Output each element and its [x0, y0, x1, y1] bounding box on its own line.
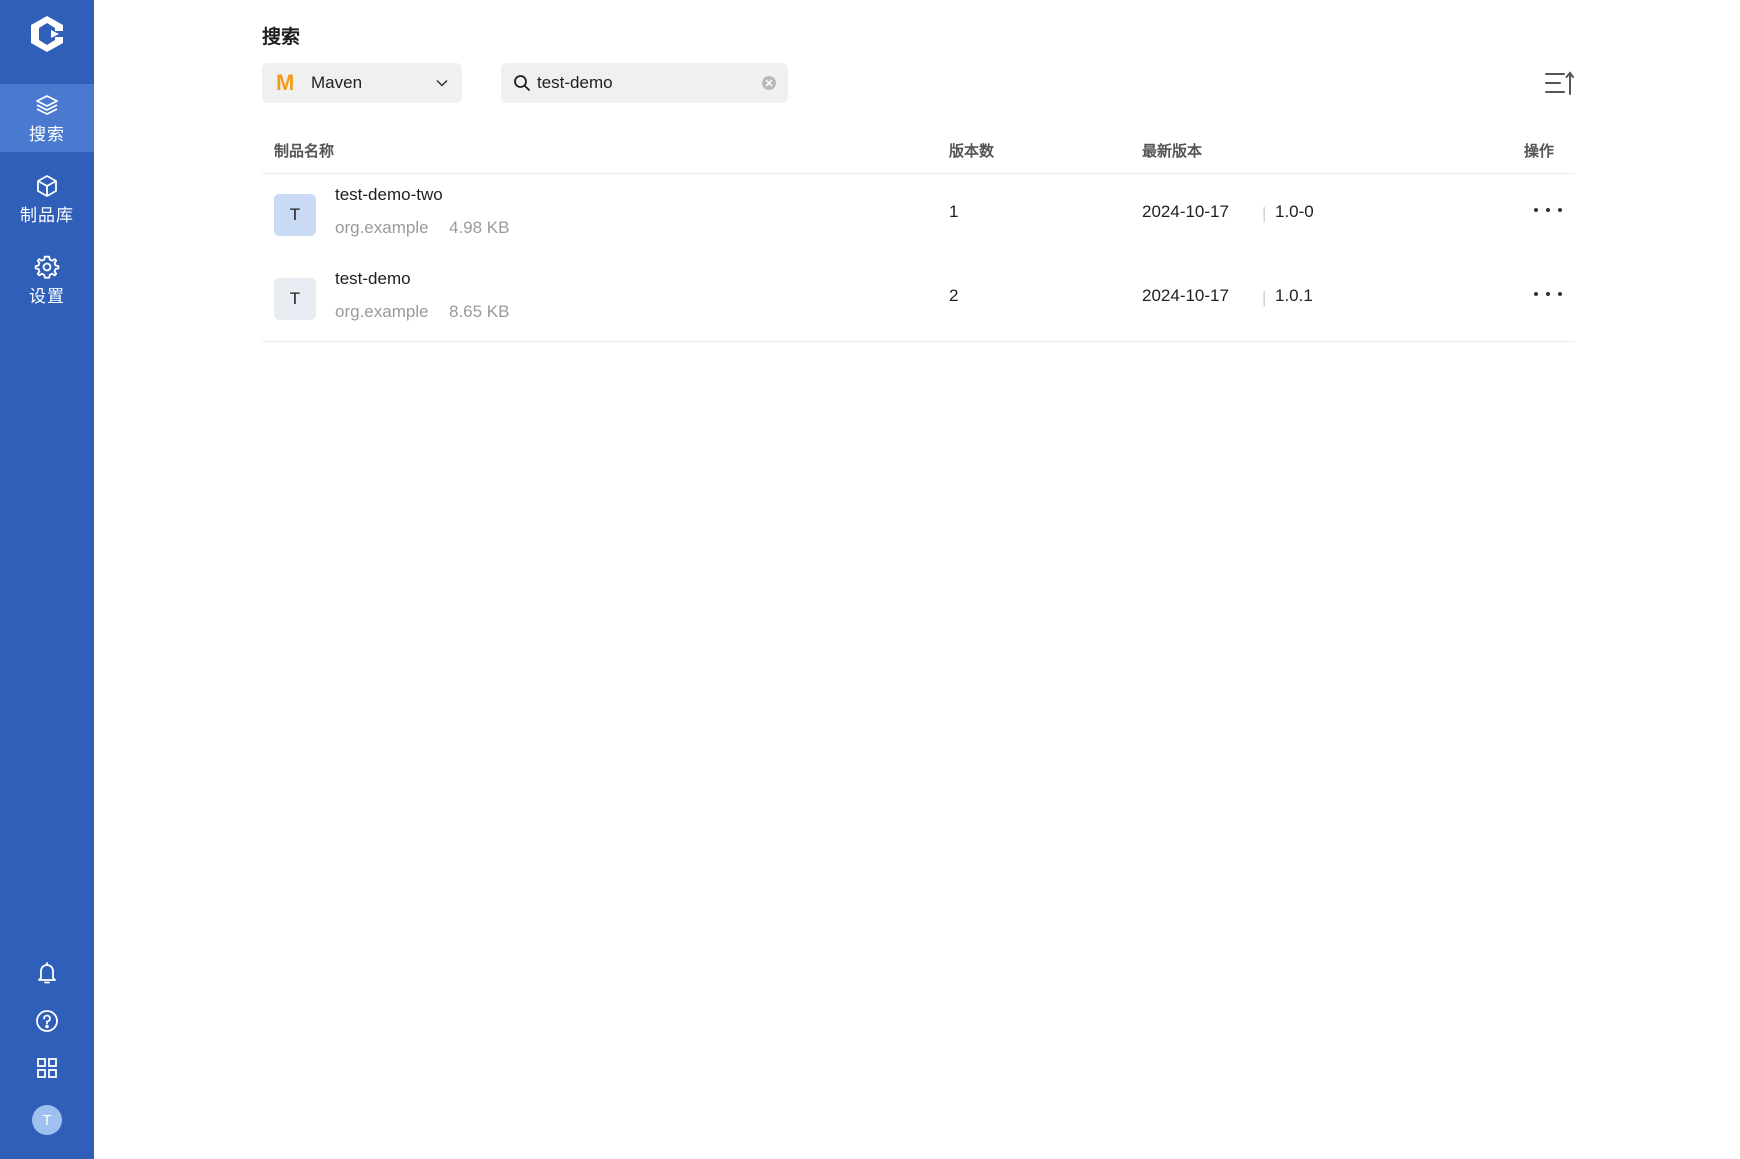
- more-actions-button[interactable]: [1534, 200, 1562, 220]
- search-input[interactable]: [537, 73, 747, 93]
- nav-item-repository[interactable]: 制品库: [0, 165, 94, 233]
- nav-item-label: 制品库: [20, 205, 74, 226]
- apps-button[interactable]: [0, 1048, 94, 1088]
- table-row[interactable]: T test-demo-two org.example 4.98 KB 1 20…: [262, 174, 1575, 258]
- notification-button[interactable]: [0, 953, 94, 993]
- nav-item-label: 设置: [29, 286, 65, 307]
- help-icon: [36, 1010, 58, 1032]
- artifact-table: 制品名称 版本数 最新版本 操作 T test-demo-two org.exa…: [262, 128, 1575, 342]
- gear-icon: [34, 254, 60, 280]
- user-avatar[interactable]: T: [0, 1100, 94, 1140]
- cube-icon: [34, 173, 60, 199]
- version-count: 2: [949, 286, 959, 305]
- search-box: [501, 63, 788, 103]
- latest-version-date: 2024-10-17: [1142, 202, 1229, 221]
- close-icon: [765, 79, 773, 87]
- column-header-latest: 最新版本: [1142, 142, 1203, 160]
- maven-icon: M: [276, 70, 295, 95]
- version-count: 1: [949, 202, 959, 221]
- artifact-group: org.example: [335, 302, 429, 321]
- page-title: 搜索: [262, 26, 301, 48]
- divider: |: [1262, 288, 1267, 307]
- table-header: 制品名称 版本数 最新版本 操作: [262, 128, 1575, 174]
- layers-icon: [34, 92, 60, 118]
- help-button[interactable]: [0, 1001, 94, 1041]
- nav-item-label: 搜索: [29, 124, 65, 145]
- chevron-down-icon: [436, 79, 448, 87]
- artifact-avatar: T: [274, 278, 316, 320]
- table-row[interactable]: T test-demo org.example 8.65 KB 2 2024-1…: [262, 258, 1575, 342]
- avatar: T: [32, 1105, 62, 1135]
- column-header-name: 制品名称: [274, 142, 335, 160]
- column-header-versions: 版本数: [949, 142, 995, 160]
- artifact-name[interactable]: test-demo-two: [335, 185, 443, 205]
- nav-item-search[interactable]: 搜索: [0, 84, 94, 152]
- latest-version-date: 2024-10-17: [1142, 286, 1229, 305]
- clear-search-button[interactable]: [762, 76, 776, 90]
- artifact-size: 4.98 KB: [449, 218, 510, 237]
- artifact-size: 8.65 KB: [449, 302, 510, 321]
- apps-grid-icon: [37, 1058, 57, 1078]
- package-type-value: Maven: [311, 73, 363, 92]
- bell-icon: [38, 962, 56, 984]
- search-icon: [514, 75, 530, 91]
- column-header-actions: 操作: [1524, 142, 1555, 160]
- package-type-select[interactable]: M Maven: [262, 63, 462, 103]
- latest-version: 1.0.1: [1275, 286, 1313, 305]
- main-content: 搜索 M Maven 制品名称 版本数: [94, 0, 1740, 1159]
- more-actions-button[interactable]: [1534, 284, 1562, 304]
- sort-icon: [1545, 71, 1574, 95]
- artifact-avatar: T: [274, 194, 316, 236]
- sort-button[interactable]: [1544, 70, 1574, 96]
- app-logo[interactable]: [22, 12, 72, 56]
- divider: |: [1262, 204, 1267, 223]
- nav-item-settings[interactable]: 设置: [0, 246, 94, 314]
- artifact-group: org.example: [335, 218, 429, 237]
- latest-version: 1.0-0: [1275, 202, 1314, 221]
- sidebar: 搜索 制品库 设置 T: [0, 0, 94, 1159]
- artifact-name[interactable]: test-demo: [335, 269, 411, 289]
